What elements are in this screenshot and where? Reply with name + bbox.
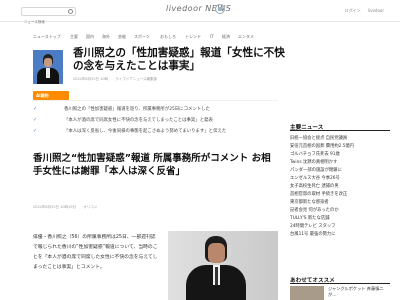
nav-item[interactable]: 主要 [70, 34, 78, 40]
nav-item[interactable]: トレンド [185, 34, 201, 40]
article-date: 2022年8月25日 10時 [73, 77, 109, 81]
logo-mascot-icon [215, 4, 225, 14]
search-icon[interactable] [68, 9, 73, 14]
article-date-2: 2022年8月25日 10時15分 [33, 205, 77, 209]
article-source[interactable]: ライブドアニュース編集部 [115, 77, 157, 81]
ranking-item[interactable]: 東京都新たな感染者 [290, 199, 390, 206]
search-input[interactable] [22, 18, 66, 26]
ranking-item[interactable]: ゴルバチョフ氏死去 91歳 [290, 151, 390, 158]
nav-item[interactable]: 国内 [86, 34, 94, 40]
article-title: 香川照之“性加害疑惑”報道 所属事務所がコメント お相手女性には謝罪「本人は深く… [33, 153, 271, 177]
ranking-item[interactable]: TULLY'S 新たな店舗 [290, 215, 390, 222]
ranking-item[interactable]: 旧統一協会と接点 自民党議員 [290, 135, 390, 142]
ranking-item[interactable]: 女子高校生死亡 逮捕の男 [290, 183, 390, 190]
nav-item[interactable]: IT [210, 34, 214, 39]
ranking-item[interactable]: Twins 沈黙の真相明かす [290, 159, 390, 166]
ranking-item[interactable]: 台風11号 最強の勢力に [290, 231, 390, 238]
article-photo[interactable] [168, 231, 278, 300]
top-links: ログイン livedoor [339, 8, 384, 14]
sidebar-title-underline [290, 130, 390, 131]
recommend-title-underline [290, 283, 390, 284]
login-link[interactable]: ログイン [345, 8, 361, 13]
livedoor-link[interactable]: livedoor [368, 8, 384, 13]
check-icon: ✓ [33, 117, 38, 123]
recommend-thumbnail[interactable] [290, 286, 324, 300]
top-bar: livedoor NEWS ログイン livedoor [0, 0, 400, 26]
nav-item[interactable]: 芸能 [118, 34, 126, 40]
ranking-item[interactable]: 記者会見 何があったのか [290, 207, 390, 214]
nav-item[interactable]: 海外 [102, 34, 110, 40]
category-nav: ニューストップ 主要 国内 海外 芸能 スポーツ おもしろ トレンド IT 経済… [0, 34, 280, 42]
article-headline: 香川照之の「性加害疑惑」報道「女性に不快の念を与えたことは事実」 [73, 47, 285, 72]
article-meta-2: 2022年8月25日 10時15分 オリコン [33, 205, 103, 210]
check-icon: ✓ [33, 106, 38, 112]
nav-item[interactable]: ニューストップ [33, 34, 61, 40]
nav-item[interactable]: エンタメ [238, 34, 254, 40]
nav-item[interactable]: おもしろ [160, 34, 176, 40]
article-body: 俳優・香川照之（56）の所属事務所は25日、一部週刊誌で報じられた香川の“性加害… [33, 235, 158, 270]
ranking-item[interactable]: 24時間テレビ スタッフ [290, 223, 390, 230]
article-thumbnail [33, 50, 63, 84]
ranking-item[interactable]: 首相官邸の取材 手続きを改正 [290, 191, 390, 198]
article-source-2[interactable]: オリコン [83, 205, 97, 209]
ranking-item[interactable]: パンダ一部の施設が閉鎖に [290, 167, 390, 174]
search-box[interactable] [21, 7, 76, 26]
ranking-item[interactable]: 安倍元首相の国葬 費用約2.5億円 [290, 143, 390, 150]
article-meta: 2022年8月25日 10時 ライブドアニュース編集部 [73, 77, 163, 82]
recommend-link[interactable]: ジャングルポケット 斉藤慎二が... [328, 286, 390, 298]
nav-item[interactable]: 経済 [222, 34, 230, 40]
check-icon: ✓ [33, 128, 38, 134]
divider [33, 100, 278, 101]
ranking-item[interactable]: エンゼルス大谷 今季26号 [290, 175, 390, 182]
nav-item[interactable]: スポーツ [134, 34, 150, 40]
ai-summary-label: AI要約 [33, 91, 69, 100]
